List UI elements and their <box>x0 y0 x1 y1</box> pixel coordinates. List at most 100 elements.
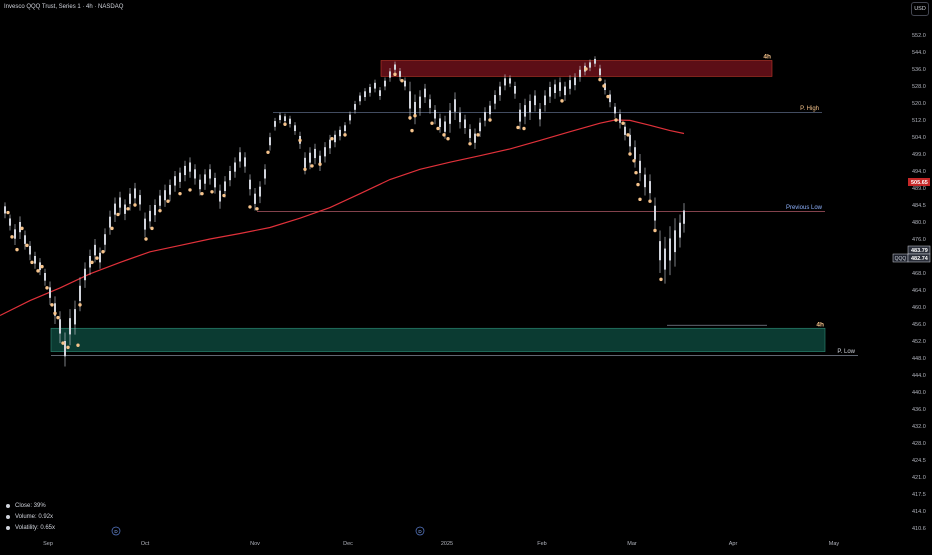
candle-body <box>614 106 616 114</box>
candle-body <box>34 256 36 264</box>
candle-body <box>24 235 26 244</box>
price-tick-label: 464.0 <box>912 288 926 294</box>
candle-body <box>334 134 336 143</box>
signal-marker <box>442 133 446 137</box>
candle-body <box>564 86 566 96</box>
signal-marker <box>621 121 625 125</box>
candle-body <box>639 160 641 174</box>
candle-body <box>309 152 311 163</box>
symbol-title: Invesco QQQ Trust, Series 1 · 4h · NASDA… <box>4 4 124 10</box>
signal-marker <box>330 137 334 141</box>
price-tick-label: 432.0 <box>912 424 926 430</box>
signal-marker <box>30 260 34 265</box>
candle-body <box>404 80 406 87</box>
price-tick-label: 528.0 <box>912 84 926 90</box>
signal-marker <box>53 311 57 316</box>
signal-marker <box>50 303 54 307</box>
candle-body <box>589 62 591 68</box>
candle-body <box>29 245 31 255</box>
signal-marker <box>133 203 137 207</box>
signal-marker <box>584 67 588 71</box>
price-tag-label: 483.79 <box>911 248 928 254</box>
candle-body <box>529 100 531 113</box>
candle-body <box>244 157 246 167</box>
candle-body <box>474 133 476 143</box>
signal-marker <box>408 116 412 120</box>
candle-body <box>154 205 156 216</box>
candle-body <box>554 84 556 94</box>
price-tick-label: 499.0 <box>912 152 926 158</box>
signal-marker <box>560 99 564 103</box>
candle-body <box>683 210 685 224</box>
signal-marker <box>6 210 10 215</box>
signal-marker <box>516 125 520 130</box>
signal-marker <box>200 191 204 196</box>
signal-marker <box>266 150 270 154</box>
signal-marker <box>303 167 307 171</box>
signal-marker <box>628 152 632 156</box>
currency-button[interactable]: USD <box>911 2 929 16</box>
candle-body <box>344 125 346 132</box>
candle-body <box>114 203 116 215</box>
signal-marker <box>653 228 657 233</box>
signal-marker <box>255 207 259 211</box>
signal-marker <box>626 133 630 137</box>
candle-body <box>654 205 656 221</box>
signal-marker <box>116 212 120 217</box>
candle-body <box>214 177 216 188</box>
candle-body <box>139 195 141 205</box>
signal-marker <box>318 162 322 166</box>
candle-body <box>434 109 436 119</box>
candle-body <box>69 318 71 335</box>
signal-marker <box>436 126 440 131</box>
signal-marker <box>634 171 638 175</box>
time-tick-label: May <box>829 541 840 547</box>
signal-marker <box>66 345 70 350</box>
candle-body <box>449 110 451 124</box>
signal-marker <box>446 137 450 141</box>
candle-body <box>574 77 576 86</box>
candle-body <box>499 86 501 96</box>
candle-body <box>339 129 341 137</box>
candle-body <box>249 179 251 190</box>
candle-body <box>519 109 521 122</box>
price-tick-label: 476.0 <box>912 237 926 243</box>
candle-body <box>484 112 486 121</box>
chart-area[interactable]: 4h 4h P. High Previous Low P. Low 410.6 414.… <box>0 0 932 550</box>
signal-marker <box>598 77 602 82</box>
candle-body <box>389 71 391 78</box>
candle-body <box>509 78 511 84</box>
resistance-zone <box>380 60 773 77</box>
candle-body <box>619 114 621 123</box>
candle-body <box>4 206 6 214</box>
price-tick-label: 414.0 <box>912 509 926 515</box>
candle-body <box>194 169 196 179</box>
chart-svg: 4h 4h P. High Previous Low P. Low 410.6 414.… <box>0 0 932 550</box>
signal-marker <box>614 118 618 122</box>
bullet-icon <box>6 503 10 508</box>
price-tick-label: 536.0 <box>912 67 926 73</box>
signal-marker <box>343 133 347 137</box>
signal-marker <box>158 208 162 213</box>
candle-body <box>594 58 596 64</box>
time-tick-label: Apr <box>729 541 738 547</box>
time-tick-label: Oct <box>141 541 150 547</box>
candle-body <box>364 91 366 98</box>
candle-body <box>424 88 426 98</box>
candle-body <box>359 95 361 102</box>
candle-body <box>629 134 631 147</box>
price-tick-label: 460.0 <box>912 305 926 311</box>
candle-body <box>14 229 16 239</box>
signal-marker <box>45 286 49 290</box>
candle-body <box>79 285 81 302</box>
price-tick-label: 448.0 <box>912 356 926 362</box>
stat-volume-label: Volume: 0.92x <box>15 513 54 520</box>
candle-body <box>284 116 286 122</box>
candle-body <box>74 309 76 325</box>
candle-body <box>444 121 446 132</box>
signal-marker <box>248 205 252 209</box>
signal-marker <box>90 260 94 265</box>
price-tick-label: 421.0 <box>912 475 926 481</box>
candle-body <box>164 190 166 201</box>
candle-body <box>514 86 516 94</box>
